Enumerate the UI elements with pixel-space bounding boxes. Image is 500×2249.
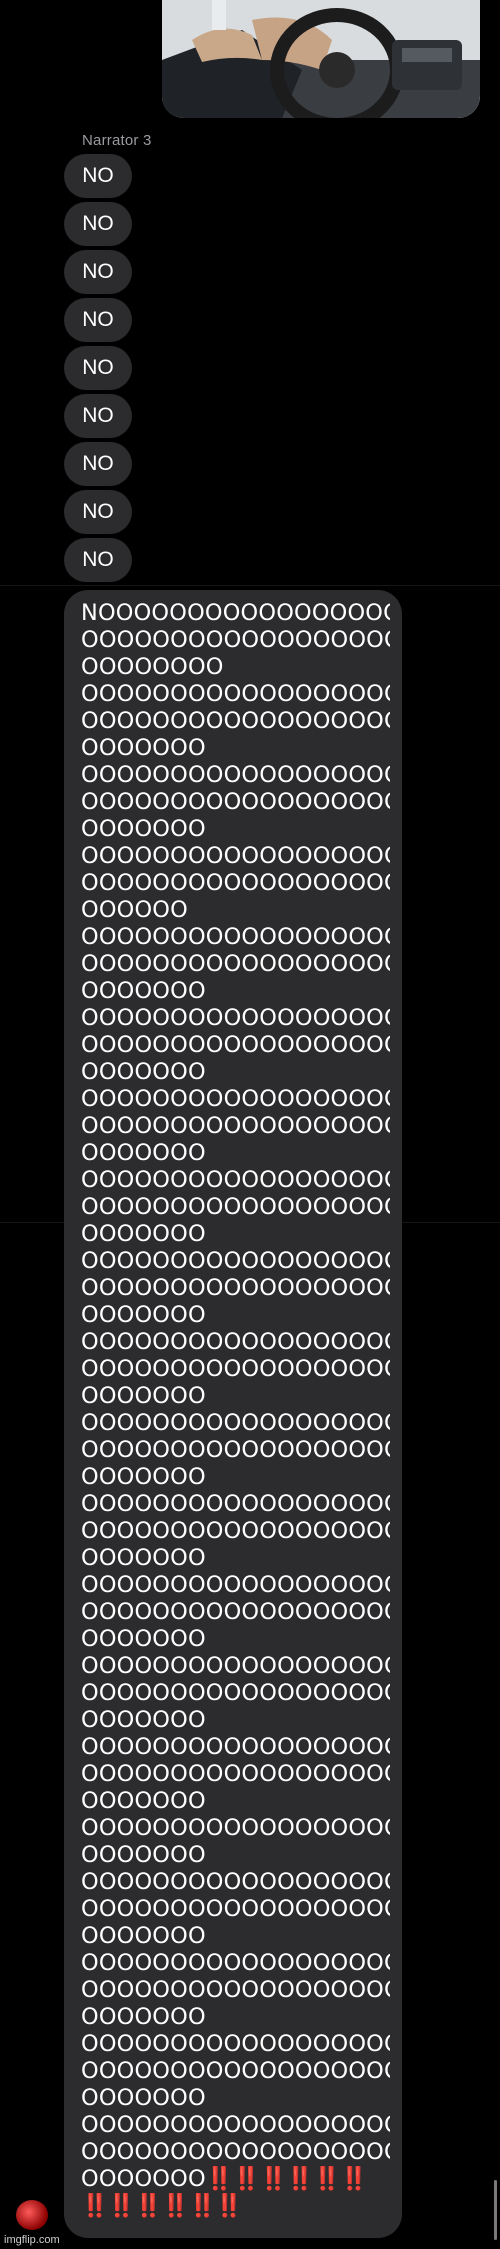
long-message-line: OOOOOOOOOOOOOOOOOOO [81,924,390,950]
long-message-line: OOOOOOOOOOOOOOOOOOO [81,1032,390,1058]
long-message-line: OOOOOOOOOOOOOOOOOOO [81,1356,390,1382]
long-message-line: OOOOOOO [81,2085,206,2111]
long-message-line: OOOOOOO [81,1626,206,1652]
long-message-line: OOOOOOOOOOOOOOOOOOO [81,1005,390,1031]
long-message-line: OOOOOOO [81,2004,206,2030]
long-message-line: OOOOOOOOOOOOOOOOOOO [81,1518,390,1544]
long-message-line: OOOOOOOOOOOOOOOOOOO [81,1275,390,1301]
long-message-line: OOOOOOOOOOOOOOOOOOO [81,789,390,815]
long-message-line: OOOOOOO [81,735,206,761]
long-message-line: OOOOOOO [81,1383,206,1409]
long-message-line: OOOOOOOOOOOOOOOOOOO [81,2112,390,2138]
long-message-line: OOOOOOOOOOOOOOOOOOO [81,1815,390,1841]
message-bubble[interactable]: NO [64,346,132,390]
long-message-line: OOOOOOO [81,1788,206,1814]
long-message-line: OOOOOOO [81,1221,206,1247]
long-message-line: OOOOOOOOOOOOOOOOOOO [81,1680,390,1706]
exclamation-emoji: ‼️‼️‼️‼️‼️‼️ [81,2193,243,2219]
long-message-line: OOOOOOOOOOOOOOOOOOO [81,1761,390,1787]
long-message-line: OOOOOOOOOOOOOOOOOOO [81,951,390,977]
exclamation-emoji: ‼️‼️‼️‼️‼️‼️ [205,2166,368,2192]
message-bubble[interactable]: NO [64,394,132,438]
long-message-line: OOOOOOOOOOOOOOOOOOO [81,1437,390,1463]
long-message-line: OOOOOOOOOOOOOOOOOOO [81,1734,390,1760]
short-message-stack: NO NO NO NO NO NO NO NO NO [64,154,264,586]
imgflip-watermark: imgflip.com [4,2200,60,2246]
long-message-text: NOOOOOOOOOOOOOOOOOO OOOOOOOOOOOOOOOOOOO OO… [81,600,390,2166]
long-message-line: OOOOOOOOOOOOOOOOOOO [81,1167,390,1193]
long-message-line: OOOOOOOO [81,654,224,680]
long-message-line: OOOOOOOOOOOOOOOOOOO [81,1086,390,1112]
long-message-line: OOOOOOOOOOOOOOOOOOO [81,1950,390,1976]
long-message-line: OOOOOOOOOOOOOOOOOOO [81,1491,390,1517]
long-message-line: OOOOOOOOOOOOOOOOOOO [81,1410,390,1436]
long-message-line: OOOOOOO [81,1464,206,1490]
long-message-line: OOOOOOOOOOOOOOOOOOO [81,843,390,869]
long-message-line: OOOOOOOOOOOOOOOOOOO [81,1572,390,1598]
long-message-line: OOOOOOO [81,1923,206,1949]
tail-text: OOOOOOO [81,2166,206,2192]
long-message-tail-line: OOOOOOO‼️‼️‼️‼️‼️‼️ [81,2166,390,2193]
sender-name: Narrator 3 [82,132,152,149]
long-message-line: OOOOOOOOOOOOOOOOOOO [81,1653,390,1679]
long-message-line: OOOOOOOOOOOOOOOOOOO [81,627,390,653]
long-message-line: NOOOOOOOOOOOOOOOOOO [81,600,390,626]
long-message-line: OOOOOOO [81,1545,206,1571]
long-message-line: OOOOOOO [81,816,206,842]
long-message-line: OOOOOOO [81,1707,206,1733]
long-message-line: OOOOOOO [81,1140,206,1166]
long-message-line: OOOOOOOOOOOOOOOOOOO [81,1977,390,2003]
long-message-line: OOOOOOOOOOOOOOOOOOO [81,1248,390,1274]
photo-driver-image [162,0,480,118]
long-message-final-line: ‼️‼️‼️‼️‼️‼️ [81,2193,390,2220]
long-message-line: OOOOOOOOOOOOOOOOOOO [81,1329,390,1355]
long-message-line: OOOOOOOOOOOOOOOOOOO [81,2031,390,2057]
long-message-line: OOOOOO [81,897,188,923]
long-message-line: OOOOOOOOOOOOOOOOOOO [81,1194,390,1220]
long-message-line: OOOOOOOOOOOOOOOOOOO [81,681,390,707]
watermark-text: imgflip.com [4,2234,60,2246]
message-bubble[interactable]: NO [64,202,132,246]
imgflip-logo-icon [16,2200,48,2230]
long-message-line: OOOOOOOOOOOOOOOOOOO [81,1599,390,1625]
message-bubble[interactable]: NO [64,154,132,198]
screenshot-seam [0,585,500,586]
long-message-line: OOOOOOOOOOOOOOOOOOO [81,1896,390,1922]
message-bubble[interactable]: NO [64,298,132,342]
scrollbar[interactable] [494,2180,497,2240]
long-message-line: OOOOOOOOOOOOOOOOOOO [81,1869,390,1895]
long-message-line: OOOOOOOOOOOOOOOOOOO [81,708,390,734]
long-message-line: OOOOOOO [81,1842,206,1868]
long-message-line: OOOOOOOOOOOOOOOOOOO [81,762,390,788]
long-message-line: OOOOOOOOOOOOOOOOOOO [81,870,390,896]
shared-photo[interactable] [162,0,480,118]
long-message-bubble[interactable]: NOOOOOOOOOOOOOOOOOO OOOOOOOOOOOOOOOOOOO OO… [64,590,402,2238]
long-message-line: OOOOOOOOOOOOOOOOOOO [81,1113,390,1139]
long-message-line: OOOOOOO [81,978,206,1004]
message-bubble[interactable]: NO [64,442,132,486]
message-bubble[interactable]: NO [64,250,132,294]
long-message-line: OOOOOOOOOOOOOOOOOOO [81,2139,390,2165]
message-bubble[interactable]: NO [64,490,132,534]
long-message-line: OOOOOOO [81,1059,206,1085]
message-bubble[interactable]: NO [64,538,132,582]
long-message-line: OOOOOOO [81,1302,206,1328]
long-message-line: OOOOOOOOOOOOOOOOOOO [81,2058,390,2084]
